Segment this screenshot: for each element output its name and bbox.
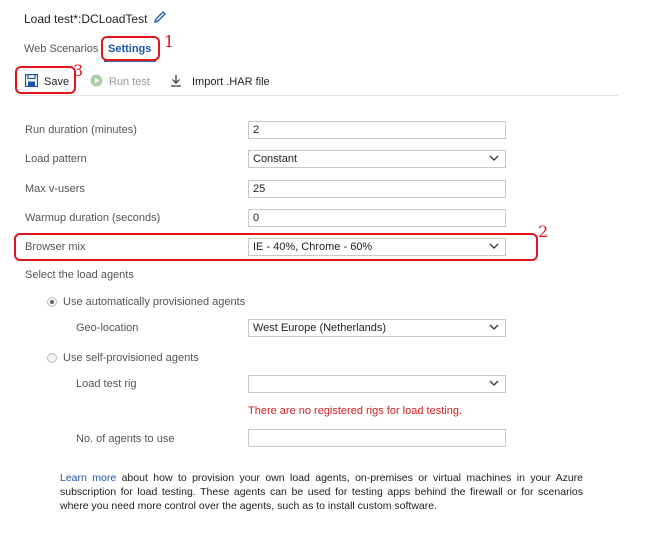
auto-agents-radio[interactable]: [47, 297, 57, 307]
auto-agents-label: Use automatically provisioned agents: [63, 296, 246, 308]
download-icon: [170, 74, 182, 90]
max-vusers-input[interactable]: 25: [248, 180, 506, 198]
geo-location-label: Geo-location: [76, 322, 139, 334]
self-agents-label: Use self-provisioned agents: [63, 352, 199, 364]
chevron-down-icon: [489, 153, 499, 166]
auto-agents-radio-row[interactable]: Use automatically provisioned agents: [47, 296, 245, 308]
pencil-icon[interactable]: [153, 10, 167, 27]
page-title: Load test*:DCLoadTest: [24, 11, 148, 26]
learn-more-link[interactable]: Learn more: [60, 472, 116, 484]
load-pattern-value: Constant: [253, 153, 298, 165]
num-agents-label: No. of agents to use: [76, 433, 175, 445]
page-title-row: Load test*:DCLoadTest: [24, 10, 167, 27]
max-vusers-label: Max v-users: [25, 183, 85, 195]
run-test-label: Run test: [109, 76, 150, 88]
annotation-number-1: 1: [164, 32, 175, 51]
warmup-duration-label: Warmup duration (seconds): [25, 212, 161, 224]
annotation-box-settings: [101, 36, 160, 61]
info-paragraph: Learn more about how to provision your o…: [60, 471, 583, 513]
run-test-button[interactable]: Run test: [90, 74, 150, 90]
warmup-duration-input[interactable]: 0: [248, 209, 506, 227]
load-test-rig-select[interactable]: [248, 375, 506, 393]
chevron-down-icon: [489, 378, 499, 391]
load-pattern-label: Load pattern: [25, 153, 87, 165]
rig-error-message: There are no registered rigs for load te…: [248, 405, 463, 417]
load-pattern-select[interactable]: Constant: [248, 150, 506, 168]
annotation-box-save: [15, 66, 76, 94]
load-agents-heading: Select the load agents: [25, 269, 134, 281]
info-text: about how to provision your own load age…: [60, 472, 583, 512]
self-agents-radio[interactable]: [47, 353, 57, 363]
self-agents-radio-row[interactable]: Use self-provisioned agents: [47, 352, 199, 364]
run-duration-input[interactable]: 2: [248, 121, 506, 139]
run-duration-label: Run duration (minutes): [25, 124, 137, 136]
import-har-button[interactable]: Import .HAR file: [170, 74, 270, 90]
load-test-rig-label: Load test rig: [76, 378, 137, 390]
annotation-box-browser-mix: [14, 233, 538, 261]
geo-location-value: West Europe (Netherlands): [253, 322, 387, 334]
annotation-number-2: 2: [538, 222, 549, 241]
chevron-down-icon: [489, 322, 499, 335]
tab-web-scenarios[interactable]: Web Scenarios: [24, 43, 98, 55]
import-har-label: Import .HAR file: [192, 76, 270, 88]
toolbar-divider: [16, 95, 618, 96]
num-agents-input[interactable]: [248, 429, 506, 447]
annotation-number-3: 3: [73, 61, 84, 80]
play-icon: [90, 74, 103, 90]
geo-location-select[interactable]: West Europe (Netherlands): [248, 319, 506, 337]
